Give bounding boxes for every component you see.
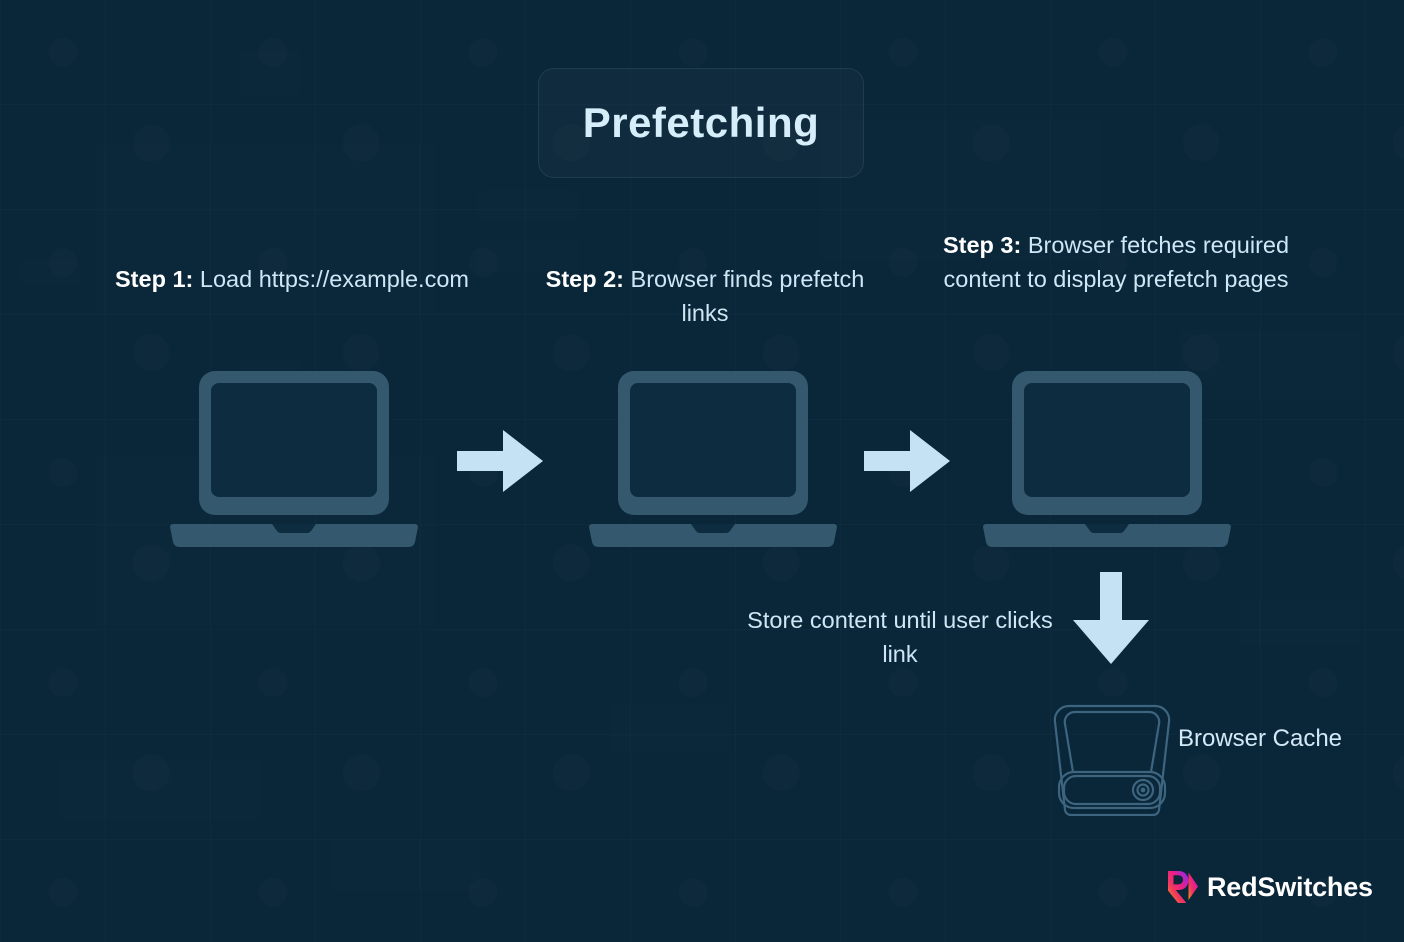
infographic-canvas: Prefetching Step 1: Load https://example… [0,0,1404,942]
arrow-down-icon [1073,572,1149,664]
title-badge: Prefetching [538,68,864,178]
page-title: Prefetching [582,99,820,146]
laptop-icon [983,371,1231,548]
laptop-icon [170,371,418,548]
redswitches-logo[interactable]: RedSwitches [1164,869,1373,905]
step-2-label: Step 2: [545,266,625,292]
arrow-right-icon [457,430,543,492]
redswitches-logo-text: RedSwitches [1207,871,1373,902]
laptop-icon [589,371,837,548]
redswitches-logo-mark-icon [1168,871,1198,903]
browser-cache-label: Browser Cache [1177,725,1343,752]
hard-drive-icon [1053,704,1171,816]
step-3-label: Step 3: [942,232,1022,258]
step-3-caption: Step 3: Browser fetches required content… [920,228,1312,296]
step-2-description: Browser finds prefetch links [624,266,865,326]
step-1-description: Load https://example.com [193,266,469,292]
store-content-note: Store content until user clicks link [747,607,1053,667]
step-1-caption: Step 1: Load https://example.com [112,262,472,296]
arrow-right-icon [864,430,950,492]
step-2-caption: Step 2: Browser finds prefetch links [535,262,875,330]
step-1-label: Step 1: [115,266,194,292]
